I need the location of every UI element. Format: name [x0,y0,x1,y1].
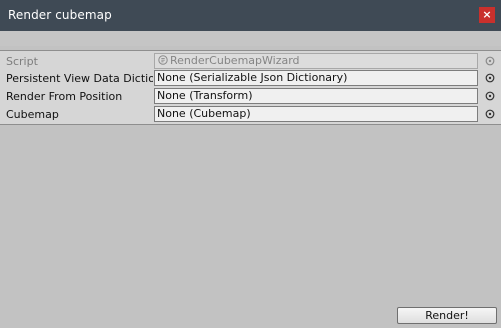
render-from-position-object-field[interactable]: None (Transform) [154,88,478,104]
field-row-render-from-position: Render From Position None (Transform) [0,88,501,105]
persistent-view-data-object-field[interactable]: None (Serializable Json Dictionary) [154,70,478,86]
script-object-field: RenderCubemapWizard [154,53,478,69]
close-icon: × [482,8,492,21]
object-picker-icon [485,56,495,66]
object-picker-icon[interactable] [485,73,495,83]
field-label-render-from-position: Render From Position [6,90,123,103]
field-row-persistent-view-data: Persistent View Data Dictionary None (Se… [0,70,501,87]
field-row-script: Script RenderCubemapWizard [0,53,501,70]
render-from-position-field-value: None (Transform) [157,89,253,102]
persistent-view-data-field-value: None (Serializable Json Dictionary) [157,71,348,84]
field-label-script: Script [6,55,38,68]
field-label-persistent-view-data: Persistent View Data Dictionary [6,72,153,85]
inspector-panel: Script RenderCubemapWizard Persistent Vi… [0,50,501,125]
wizard-help-strip [0,31,501,46]
field-label-cubemap: Cubemap [6,108,59,121]
cubemap-field-value: None (Cubemap) [157,107,251,120]
script-field-value: RenderCubemapWizard [170,54,300,67]
script-icon [158,55,168,65]
object-picker-icon[interactable] [485,91,495,101]
cubemap-object-field[interactable]: None (Cubemap) [154,106,478,122]
object-picker-icon[interactable] [485,109,495,119]
render-button[interactable]: Render! [397,307,497,324]
close-button[interactable]: × [479,7,495,23]
window-title: Render cubemap [8,8,112,22]
field-row-cubemap: Cubemap None (Cubemap) [0,106,501,123]
title-bar: Render cubemap × [0,0,501,31]
